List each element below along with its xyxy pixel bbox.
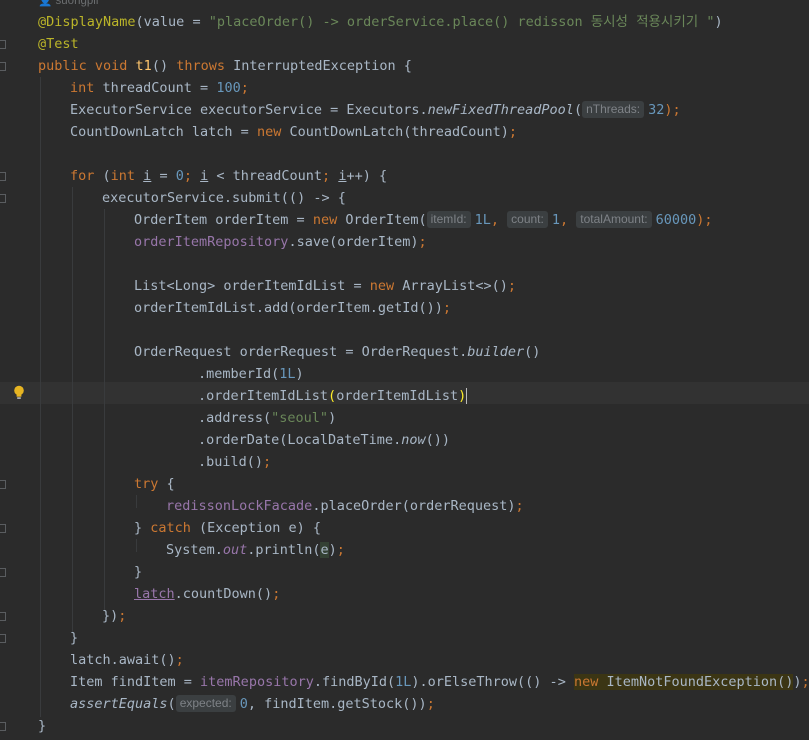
lightbulb-icon[interactable] (13, 385, 25, 400)
parameter-hint: nThreads: (582, 101, 645, 118)
code-line: .build(); (198, 454, 272, 470)
code-line: orderItemRepository.save(orderItem); (134, 234, 427, 250)
code-line: Item findItem = itemRepository.findById(… (70, 674, 809, 690)
code-line: OrderRequest orderRequest = OrderRequest… (134, 344, 541, 360)
code-line: ExecutorService executorService = Execut… (70, 101, 681, 118)
code-line: orderItemIdList.add(orderItem.getId()); (134, 300, 451, 316)
editor-gutter (0, 0, 10, 740)
code-line: OrderItem orderItem = new OrderItem(item… (134, 211, 713, 228)
code-line: .address("seoul") (198, 410, 337, 426)
code-line-current: .orderItemIdList(orderItemIdList) (198, 388, 468, 404)
code-line: } catch (Exception e) { (134, 520, 321, 536)
code-line: CountDownLatch latch = new CountDownLatc… (70, 124, 518, 140)
code-line: .orderDate(LocalDateTime.now()) (198, 432, 450, 448)
code-line: System.out.println(e); (166, 542, 345, 558)
code-line: assertEquals(expected: 0, findItem.getSto… (70, 695, 435, 712)
fold-marker-icon[interactable] (0, 194, 6, 203)
text-caret (466, 388, 468, 404)
parameter-hint: itemId: (426, 211, 471, 228)
fold-marker-icon[interactable] (0, 524, 6, 533)
person-icon: 👤 (38, 0, 53, 7)
fold-marker-icon[interactable] (0, 480, 6, 489)
code-line: .memberId(1L) (198, 366, 304, 382)
code-line: } (70, 630, 79, 646)
code-line: executorService.submit(() -> { (102, 190, 346, 206)
parameter-hint: totalAmount: (576, 211, 652, 228)
code-line: latch.await(); (70, 652, 184, 668)
code-line: public void t1() throws InterruptedExcep… (38, 58, 412, 74)
fold-marker-icon[interactable] (0, 568, 6, 577)
code-line: latch.countDown(); (134, 586, 281, 602)
fold-marker-icon[interactable] (0, 62, 6, 71)
fold-marker-icon[interactable] (0, 634, 6, 643)
code-line: @DisplayName(value = "placeOrder() -> or… (38, 14, 723, 30)
code-line: }); (102, 608, 127, 624)
parameter-hint: count: (507, 211, 548, 228)
code-line: } (134, 564, 143, 580)
indent-guide (104, 209, 105, 610)
code-line: try { (134, 476, 175, 492)
author-hint: 👤 suongpil (38, 0, 98, 8)
indent-guide (72, 187, 73, 632)
code-line: int threadCount = 100; (70, 80, 249, 96)
code-line: @Test (38, 36, 79, 52)
code-line: List<Long> orderItemIdList = new ArrayLi… (134, 278, 517, 294)
fold-marker-icon[interactable] (0, 172, 6, 181)
indent-guide (40, 77, 41, 717)
fold-marker-icon[interactable] (0, 612, 6, 621)
fold-marker-icon[interactable] (0, 40, 6, 49)
indent-guide (136, 495, 137, 508)
indent-guide (136, 539, 137, 552)
code-line: } (38, 718, 47, 734)
code-line: redissonLockFacade.placeOrder(orderReque… (166, 498, 524, 514)
code-line: for (int i = 0; i < threadCount; i++) { (70, 168, 388, 184)
parameter-hint: expected: (175, 695, 236, 712)
fold-marker-icon[interactable] (0, 722, 6, 731)
